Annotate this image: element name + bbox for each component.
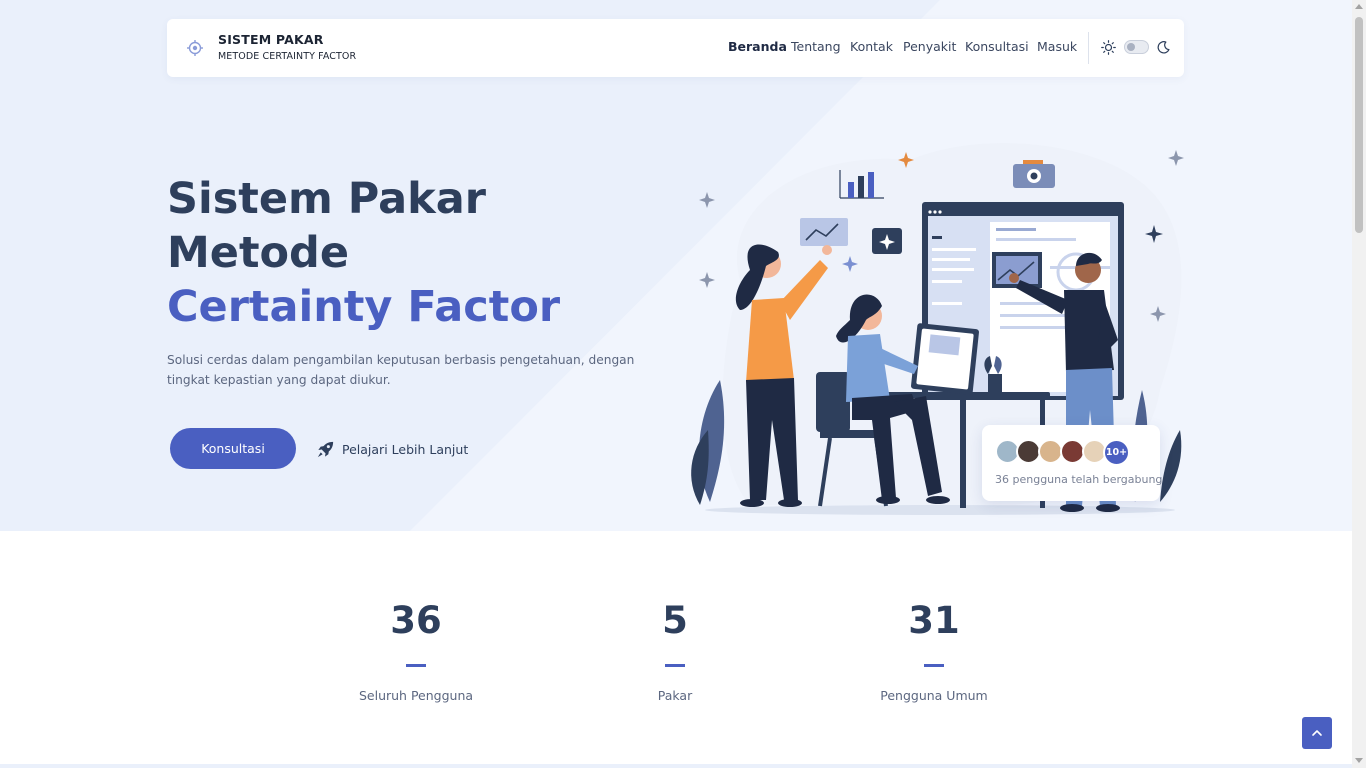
- hero-title-line1: Sistem Pakar: [167, 174, 486, 224]
- konsultasi-button[interactable]: Konsultasi: [170, 428, 296, 469]
- chevron-up-icon: [1312, 730, 1322, 736]
- back-to-top-button[interactable]: [1302, 717, 1332, 749]
- nav-masuk[interactable]: Masuk: [1037, 39, 1077, 54]
- scroll-down-arrow[interactable]: [1355, 758, 1363, 763]
- stat-divider: [924, 664, 944, 667]
- learn-more-label: Pelajari Lebih Lanjut: [342, 441, 469, 457]
- rocket-icon: [317, 441, 334, 457]
- stat-divider: [406, 664, 426, 667]
- theme-toggle[interactable]: [1124, 40, 1149, 54]
- scroll-up-arrow[interactable]: [1355, 4, 1363, 9]
- joined-users-text: 36 pengguna telah bergabung: [995, 473, 1163, 486]
- moon-icon: [1157, 41, 1170, 54]
- hero-description: Solusi cerdas dalam pengambilan keputusa…: [167, 353, 635, 387]
- stat-divider: [665, 664, 685, 667]
- stat-value: 5: [662, 599, 688, 642]
- nav-kontak[interactable]: Kontak: [850, 39, 893, 54]
- learn-more-link[interactable]: Pelajari Lebih Lanjut: [315, 438, 468, 460]
- stat-value: 36: [390, 599, 442, 642]
- more-users-badge: 10+: [1103, 439, 1130, 466]
- brand-title[interactable]: SISTEM PAKAR: [218, 32, 324, 47]
- nav-penyakit[interactable]: Penyakit: [903, 39, 956, 54]
- nav-divider: [1088, 32, 1089, 64]
- stat-general-users: 31 Pengguna Umum: [834, 597, 1034, 703]
- stat-value: 31: [908, 599, 960, 642]
- hero-title-accent: Certainty Factor: [167, 282, 561, 332]
- navbar: [167, 19, 1184, 77]
- nav-tentang[interactable]: Tentang: [791, 39, 841, 54]
- stat-label: Pakar: [657, 688, 693, 703]
- stat-label: Pengguna Umum: [880, 688, 988, 703]
- hero-title-line2: Metode: [167, 228, 349, 278]
- gear-logo-icon[interactable]: [186, 39, 204, 57]
- nav-konsultasi[interactable]: Konsultasi: [965, 39, 1029, 54]
- brand-subtitle: METODE CERTAINTY FACTOR: [218, 51, 357, 62]
- next-section-edge: [0, 764, 1352, 768]
- sun-icon: [1101, 40, 1116, 55]
- stat-experts: 5 Pakar: [575, 597, 775, 703]
- stat-total-users: 36 Seluruh Pengguna: [316, 597, 516, 703]
- stat-label: Seluruh Pengguna: [358, 688, 474, 703]
- hero-title: Sistem Pakar Metode Certainty Factor: [167, 172, 560, 334]
- theme-toggle-knob: [1127, 43, 1135, 51]
- nav-beranda[interactable]: Beranda: [728, 39, 787, 54]
- scrollbar-thumb[interactable]: [1355, 17, 1363, 233]
